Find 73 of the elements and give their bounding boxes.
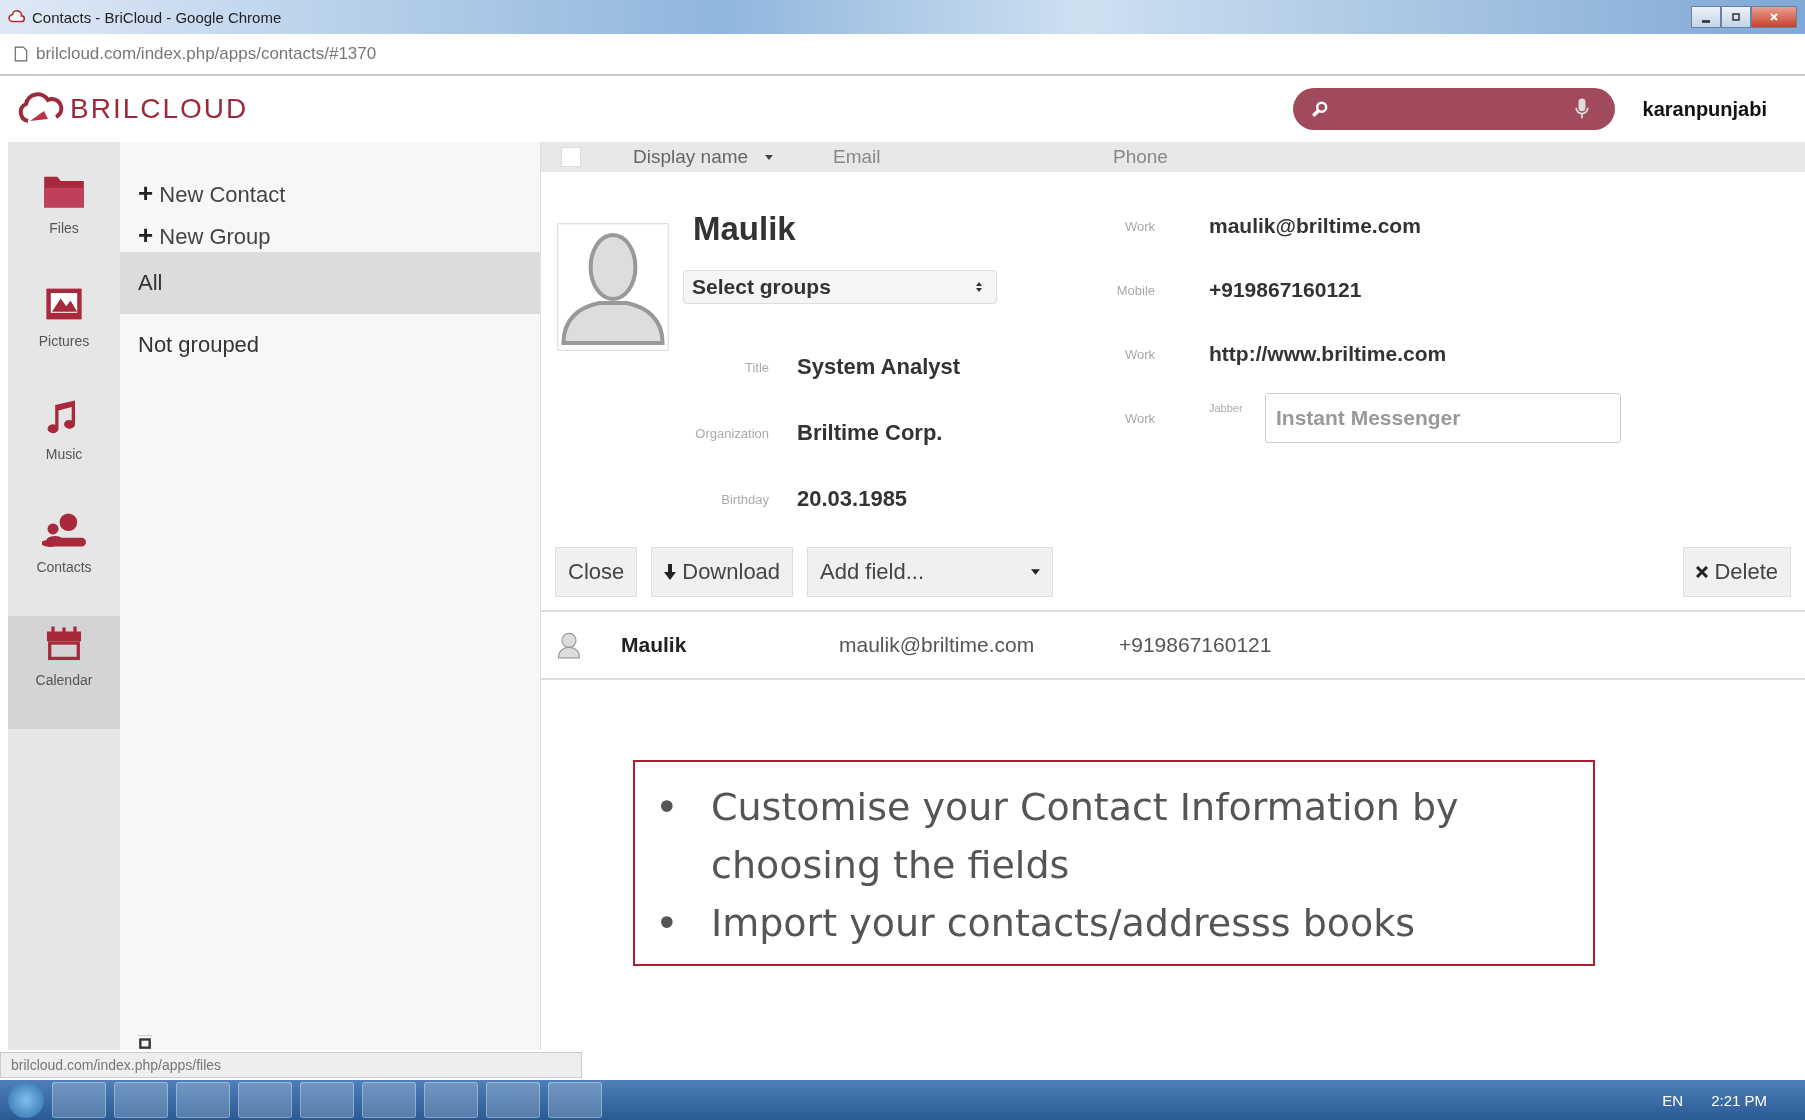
taskbar-app-icon[interactable] [362,1082,416,1118]
field-value[interactable]: http://www.briltime.com [1209,342,1447,366]
field-label: Work [1123,346,1156,362]
field-value[interactable]: System Analyst [797,354,961,380]
download-arrow-icon [664,564,677,580]
caret-icon [765,155,774,161]
caret-icon [1031,569,1041,575]
app-nav-item[interactable]: Music [8,390,120,503]
field-label: Jabber [1209,402,1244,414]
close-contact-button[interactable]: Close [555,547,638,597]
window-title: Contacts - BriCloud - Google Chrome [32,8,282,26]
field-value[interactable]: Briltime Corp. [797,420,943,446]
logo-text: BRILCLOUD [70,93,249,125]
new-item-link[interactable]: + New Group [120,210,540,252]
app-nav-item[interactable]: Contacts [8,503,120,616]
add-field-dropdown[interactable]: Add field... [807,547,1054,597]
taskbar-app-icon[interactable] [176,1082,230,1118]
table-cell[interactable]: Maulik [621,633,839,657]
contact-name[interactable]: Maulik [683,210,997,248]
messenger-input-field[interactable]: Instant Messenger [1265,393,1621,443]
field-label: Organization [694,425,770,441]
cross-icon [1696,566,1709,578]
new-item-link[interactable]: + New Contact [120,168,540,210]
maximize-icon [1731,12,1741,22]
close-icon [1769,12,1779,22]
field-label: Work [1123,218,1156,234]
app-nav-item[interactable]: Calendar [8,616,120,729]
page-icon [14,46,28,62]
microphone-icon[interactable] [1574,97,1589,121]
taskbar-app-icon[interactable] [300,1082,354,1118]
taskbar-app-icon[interactable] [548,1082,602,1118]
bullet-mark: • [655,783,675,832]
field-label: Birthday [720,491,770,507]
taskbar-app-icon[interactable] [486,1082,540,1118]
taskbar-app-icon[interactable] [238,1082,292,1118]
field-label: Title [743,359,770,375]
up-down-arrows-icon [976,282,982,292]
groups-dropdown[interactable]: Select groups [683,270,997,304]
group-item[interactable]: All [120,252,540,314]
close-button[interactable] [1751,6,1797,28]
delete-button[interactable]: Delete [1683,547,1791,597]
language-indicator[interactable]: EN [1662,1091,1684,1109]
bullet-mark: • [655,899,675,948]
taskbar-app-icon[interactable] [114,1082,168,1118]
select-all-checkbox[interactable] [561,147,581,167]
field-value[interactable]: 20.03.1985 [797,486,908,512]
annotation-text: Import your contacts/addresss books [711,900,1416,947]
app-nav-item[interactable]: Files [8,164,120,277]
column-header[interactable]: Display name [633,146,833,168]
field-label: Work [1123,410,1156,426]
download-button[interactable]: Download [651,547,794,597]
maximize-button[interactable] [1721,6,1751,28]
field-value[interactable]: maulik@briltime.com [1209,214,1421,238]
search-field[interactable] [1292,88,1615,130]
start-button[interactable] [8,1082,44,1118]
status-url: brilcloud.com/index.php/apps/files [0,1052,582,1078]
minimize-icon [1702,19,1710,23]
user-menu[interactable]: karanpunjabi [1642,97,1791,121]
person-icon [557,631,581,659]
address-bar[interactable]: brilcloud.com/index.php/apps/contacts/#1370 [36,44,377,64]
taskbar-app-icon[interactable] [52,1082,106,1118]
table-cell-text: maulik@briltime.com [839,633,1036,657]
field-label: Mobile [1115,282,1156,298]
people-icon [42,511,86,549]
minimize-button[interactable] [1691,6,1721,28]
clock[interactable]: 2:21 PM [1711,1091,1767,1109]
annotation-text: Customise your Contact Information by choosing the fields [711,784,1460,889]
field-value[interactable]: +919867160121 [1209,278,1362,302]
search-icon [1310,100,1329,118]
group-item[interactable]: Not grouped [120,314,540,376]
taskbar-app-icon[interactable] [424,1082,478,1118]
table-cell: +919867160121 [1119,633,1272,657]
app-nav-item[interactable]: Pictures [8,277,120,390]
